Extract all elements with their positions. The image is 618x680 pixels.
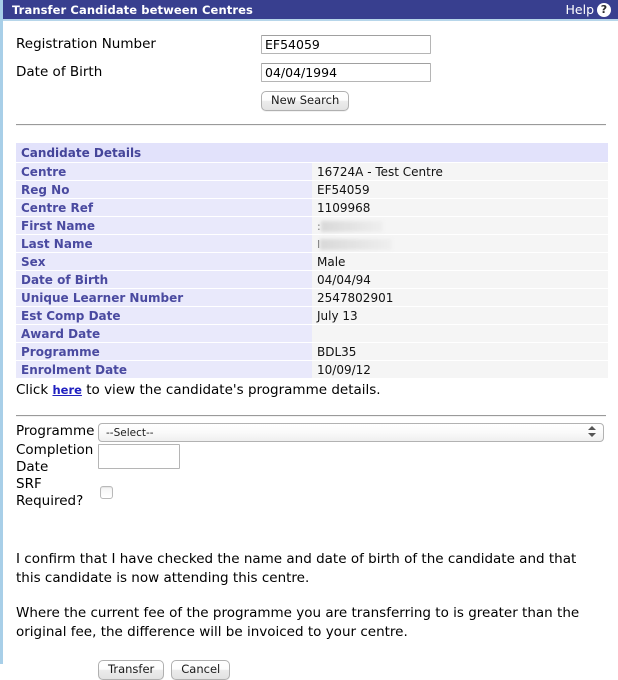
- srf-required-label-line2: Required?: [16, 493, 83, 509]
- detail-label: Last Name: [16, 235, 312, 253]
- detail-value: [312, 325, 608, 343]
- registration-number-input[interactable]: [261, 35, 431, 54]
- table-row: Est Comp DateJuly 13: [16, 307, 608, 325]
- confirmation-paragraph-2: Where the current fee of the programme y…: [16, 604, 596, 642]
- new-search-button[interactable]: New Search: [261, 91, 349, 111]
- programme-select[interactable]: --Select--: [98, 423, 604, 442]
- table-row: ProgrammeBDL35: [16, 343, 608, 361]
- programme-details-link[interactable]: here: [52, 383, 81, 397]
- detail-label: First Name: [16, 217, 312, 235]
- detail-value: 04/04/94: [312, 271, 608, 289]
- click-here-prefix: Click: [16, 382, 52, 398]
- transfer-form: Programme --Select-- Completion Date: [16, 423, 606, 510]
- detail-label: Centre: [16, 163, 312, 181]
- srf-required-cell: [98, 476, 606, 503]
- programme-select-value: --Select--: [106, 427, 154, 439]
- help-button[interactable]: Help ?: [566, 2, 612, 17]
- detail-value: EF54059: [312, 181, 608, 199]
- programme-select-cell: --Select--: [98, 423, 606, 442]
- redaction-block: [320, 239, 392, 250]
- confirmation-paragraph-1: I confirm that I have checked the name a…: [16, 550, 596, 588]
- programme-details-line: Click here to view the candidate's progr…: [16, 382, 606, 398]
- completion-date-label: Completion Date: [16, 442, 98, 476]
- table-row: Reg NoEF54059: [16, 181, 608, 199]
- completion-date-label-line2: Date: [16, 459, 48, 475]
- dob-row: Date of Birth: [16, 59, 606, 85]
- srf-required-label: SRF Required?: [16, 476, 98, 510]
- title-bar: Transfer Candidate between Centres Help …: [3, 0, 618, 21]
- date-of-birth-input[interactable]: [261, 63, 431, 82]
- detail-label: Est Comp Date: [16, 307, 312, 325]
- dob-label: Date of Birth: [16, 64, 261, 80]
- srf-required-checkbox[interactable]: [100, 486, 113, 499]
- chevron-updown-icon: [588, 426, 596, 441]
- registration-row: Registration Number: [16, 31, 606, 57]
- registration-label: Registration Number: [16, 36, 261, 52]
- programme-select-row: Programme --Select--: [16, 423, 606, 442]
- detail-label: Unique Learner Number: [16, 289, 312, 307]
- completion-date-row: Completion Date: [16, 442, 606, 476]
- detail-value: 1109968: [312, 199, 608, 217]
- redaction-block: [321, 221, 383, 232]
- candidate-details-body: Candidate Details Centre16724A - Test Ce…: [16, 143, 608, 379]
- table-row: Enrolment Date10/09/12: [16, 361, 608, 379]
- detail-label: Enrolment Date: [16, 361, 312, 379]
- content-area: Registration Number Date of Birth New Se…: [3, 21, 618, 680]
- table-row: Date of Birth04/04/94: [16, 271, 608, 289]
- candidate-details-table: Candidate Details Centre16724A - Test Ce…: [16, 143, 608, 379]
- completion-date-label-line1: Completion: [16, 442, 93, 458]
- detail-value-redacted: I: [312, 235, 608, 253]
- search-button-row: New Search: [16, 87, 606, 115]
- table-row: Centre16724A - Test Centre: [16, 163, 608, 181]
- search-block: Registration Number Date of Birth New Se…: [16, 21, 606, 115]
- page-title: Transfer Candidate between Centres: [12, 3, 253, 17]
- programme-label: Programme: [16, 423, 98, 440]
- detail-value: July 13: [312, 307, 608, 325]
- detail-value: 10/09/12: [312, 361, 608, 379]
- action-button-row: Transfer Cancel: [16, 660, 606, 680]
- srf-required-row: SRF Required?: [16, 476, 606, 510]
- detail-value: BDL35: [312, 343, 608, 361]
- detail-label: Centre Ref: [16, 199, 312, 217]
- detail-label: Date of Birth: [16, 271, 312, 289]
- detail-value: 16724A - Test Centre: [312, 163, 608, 181]
- divider-bottom: [16, 415, 606, 417]
- detail-value-redacted: :: [312, 217, 608, 235]
- detail-label: Reg No: [16, 181, 312, 199]
- detail-value: Male: [312, 253, 608, 271]
- candidate-details-heading: Candidate Details: [16, 143, 608, 163]
- page-root: Transfer Candidate between Centres Help …: [0, 0, 618, 664]
- transfer-button[interactable]: Transfer: [98, 660, 164, 680]
- srf-required-label-line1: SRF: [16, 476, 42, 492]
- completion-date-cell: [98, 442, 606, 469]
- table-row: First Name:: [16, 217, 608, 235]
- table-row: Award Date: [16, 325, 608, 343]
- help-label: Help: [566, 2, 595, 17]
- table-row: Last NameI: [16, 235, 608, 253]
- table-row: Centre Ref1109968: [16, 199, 608, 217]
- table-row: Unique Learner Number2547802901: [16, 289, 608, 307]
- table-header-row: Candidate Details: [16, 143, 608, 163]
- confirmation-text: I confirm that I have checked the name a…: [16, 550, 596, 642]
- detail-value: 2547802901: [312, 289, 608, 307]
- detail-label: Award Date: [16, 325, 312, 343]
- divider-top: [16, 124, 606, 126]
- detail-label: Sex: [16, 253, 312, 271]
- cancel-button[interactable]: Cancel: [171, 660, 230, 680]
- question-circle-icon[interactable]: ?: [597, 3, 611, 17]
- detail-label: Programme: [16, 343, 312, 361]
- table-row: SexMale: [16, 253, 608, 271]
- completion-date-input[interactable]: [98, 444, 180, 469]
- click-here-suffix: to view the candidate's programme detail…: [82, 382, 381, 398]
- candidate-details-section: Candidate Details Centre16724A - Test Ce…: [16, 143, 606, 398]
